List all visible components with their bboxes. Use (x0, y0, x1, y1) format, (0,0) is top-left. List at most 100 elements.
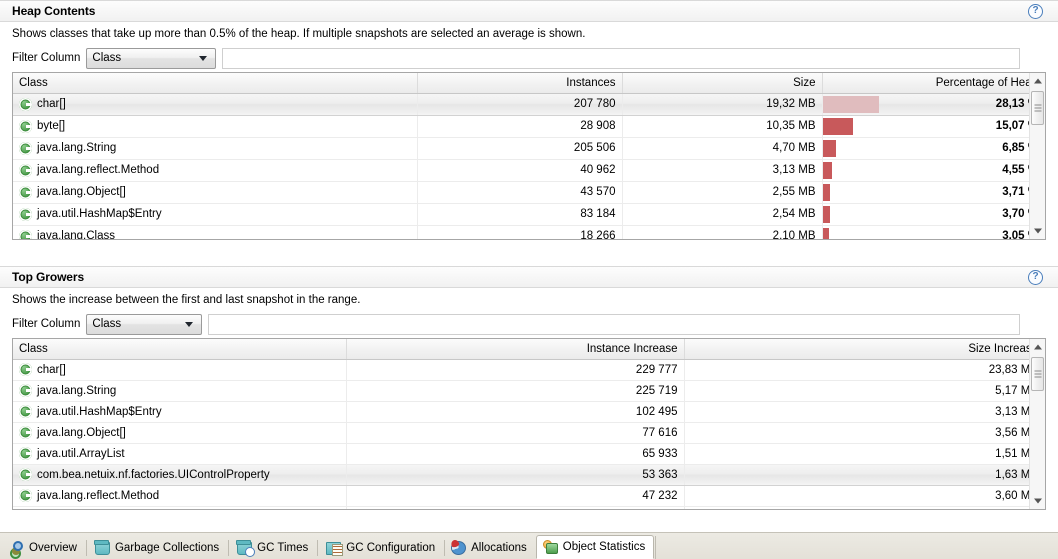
cell-percentage-of-heap: 3,05 % (822, 225, 1045, 240)
class-icon (19, 468, 32, 481)
cell-size-increase: 23,83 MB (684, 359, 1045, 380)
cell-size-increase: 1,63 MB (684, 464, 1045, 485)
table-row[interactable]: java.lang.reflect.Method47 2323,60 MB (13, 485, 1045, 506)
growers-filter-column-value: Class (87, 318, 185, 330)
cell-class: java.lang.Object[] (13, 181, 417, 203)
table-row[interactable]: java.util.concurrent.ConcurrentHashMap$H… (13, 506, 1045, 510)
class-name-label: java.lang.Object[] (37, 186, 126, 198)
table-row[interactable]: java.lang.Class18 2662,10 MB3,05 % (13, 225, 1045, 240)
percentage-bar (823, 206, 830, 223)
column-header-instance-increase[interactable]: Instance Increase (346, 339, 684, 359)
cell-class: java.lang.reflect.Method (13, 485, 346, 506)
class-name-label: char[] (37, 364, 66, 376)
cell-instances: 207 780 (417, 93, 622, 115)
tab-allocations[interactable]: Allocations (444, 536, 536, 559)
growers-filter-input[interactable] (208, 314, 1020, 335)
help-icon[interactable]: ? (1028, 4, 1043, 19)
cell-class: java.util.HashMap$Entry (13, 401, 346, 422)
class-icon (19, 164, 32, 177)
column-header-size-increase[interactable]: Size Increase (684, 339, 1045, 359)
cell-instance-increase: 77 616 (346, 422, 684, 443)
help-icon[interactable]: ? (1028, 270, 1043, 285)
top-growers-title: Top Growers (12, 270, 84, 284)
heap-table-scrollbar[interactable] (1029, 73, 1045, 239)
tab-gc-times[interactable]: GC Times (228, 536, 317, 559)
table-row[interactable]: java.util.HashMap$Entry102 4953,13 MB (13, 401, 1045, 422)
cell-size: 2,54 MB (622, 203, 822, 225)
tab-object-statistics[interactable]: Object Statistics (536, 535, 654, 559)
cell-instance-increase: 229 777 (346, 359, 684, 380)
cell-instances: 40 962 (417, 159, 622, 181)
class-name-label: java.lang.reflect.Method (37, 490, 159, 502)
table-row[interactable]: java.lang.Object[]43 5702,55 MB3,71 % (13, 181, 1045, 203)
growers-filter-column-select[interactable]: Class (86, 314, 202, 335)
cell-instance-increase: 53 363 (346, 464, 684, 485)
growers-table-scrollbar[interactable] (1029, 339, 1045, 509)
overview-icon (9, 541, 24, 556)
table-row[interactable]: java.util.ArrayList65 9331,51 MB (13, 443, 1045, 464)
percentage-bar (823, 228, 829, 241)
cell-size: 2,55 MB (622, 181, 822, 203)
class-icon (19, 489, 32, 502)
class-name-label: java.lang.Class (37, 230, 115, 240)
cell-percentage-of-heap: 3,70 % (822, 203, 1045, 225)
table-row[interactable]: java.util.HashMap$Entry83 1842,54 MB3,70… (13, 203, 1045, 225)
heap-filter-input[interactable] (222, 48, 1020, 69)
tab-label: Garbage Collections (115, 542, 219, 554)
column-header-instances[interactable]: Instances (417, 73, 622, 93)
column-header-size[interactable]: Size (622, 73, 822, 93)
cell-percentage-of-heap: 6,85 % (822, 137, 1045, 159)
scroll-up-arrow-icon[interactable] (1030, 339, 1045, 355)
trash-clock-icon (237, 542, 252, 555)
table-header-row: Class Instances Size Percentage of Heap (13, 73, 1045, 93)
tab-label: Overview (29, 542, 77, 554)
heap-filter-column-value: Class (87, 52, 199, 64)
column-header-class[interactable]: Class (13, 339, 346, 359)
tab-bar-end-spacer (655, 536, 669, 559)
table-row[interactable]: char[] 229 77723,83 MB (13, 359, 1045, 380)
column-header-class[interactable]: Class (13, 73, 417, 93)
cell-class: java.lang.Class (13, 225, 417, 240)
cell-instance-increase: 47 232 (346, 485, 684, 506)
column-header-percentage[interactable]: Percentage of Heap (822, 73, 1045, 93)
table-row[interactable]: java.lang.reflect.Method40 9623,13 MB4,5… (13, 159, 1045, 181)
tab-garbage-collections[interactable]: Garbage Collections (86, 536, 228, 559)
table-row[interactable]: byte[]28 90810,35 MB15,07 % (13, 115, 1045, 137)
table-row[interactable]: java.lang.String205 5064,70 MB6,85 % (13, 137, 1045, 159)
scroll-down-arrow-icon[interactable] (1030, 493, 1045, 509)
pie-chart-icon (451, 541, 466, 555)
tab-gc-configuration[interactable]: GC Configuration (317, 536, 444, 559)
cell-instance-increase: 225 719 (346, 380, 684, 401)
class-icon (19, 142, 32, 155)
table-row[interactable]: char[]207 78019,32 MB28,13 % (13, 93, 1045, 115)
table-row[interactable]: com.bea.netuix.nf.factories.UIControlPro… (13, 464, 1045, 485)
tab-label: GC Times (257, 542, 308, 554)
scroll-thumb[interactable] (1031, 91, 1044, 125)
heap-contents-grid: Class Instances Size Percentage of Heap … (13, 73, 1045, 240)
scroll-thumb[interactable] (1031, 357, 1044, 391)
top-growers-header: Top Growers ? (0, 266, 1058, 288)
heap-filter-column-select[interactable]: Class (86, 48, 216, 69)
trash-icon (95, 542, 110, 555)
heap-contents-section: Heap Contents ? Shows classes that take … (0, 0, 1058, 263)
cell-size: 10,35 MB (622, 115, 822, 137)
class-name-label: java.util.HashMap$Entry (37, 406, 162, 418)
table-row[interactable]: java.lang.String225 7195,17 MB (13, 380, 1045, 401)
class-icon (19, 363, 32, 376)
cell-size-increase: 1,24 MB (684, 506, 1045, 510)
tab-label: GC Configuration (346, 542, 435, 554)
scroll-down-arrow-icon[interactable] (1030, 223, 1045, 239)
tab-label: Allocations (471, 542, 527, 554)
top-growers-section: Top Growers ? Shows the increase between… (0, 266, 1058, 524)
cell-class: java.lang.Object[] (13, 422, 346, 443)
tab-overview[interactable]: Overview (2, 536, 86, 559)
cell-percentage-of-heap: 28,13 % (822, 93, 1045, 115)
cell-class: java.util.ArrayList (13, 443, 346, 464)
cell-size-increase: 1,51 MB (684, 443, 1045, 464)
cell-instances: 18 266 (417, 225, 622, 240)
cell-class: com.bea.netuix.nf.factories.UIControlPro… (13, 464, 346, 485)
table-row[interactable]: java.lang.Object[]77 6163,56 MB (13, 422, 1045, 443)
chevron-down-icon (199, 56, 207, 61)
class-name-label: java.lang.String (37, 385, 116, 397)
scroll-up-arrow-icon[interactable] (1030, 73, 1045, 89)
